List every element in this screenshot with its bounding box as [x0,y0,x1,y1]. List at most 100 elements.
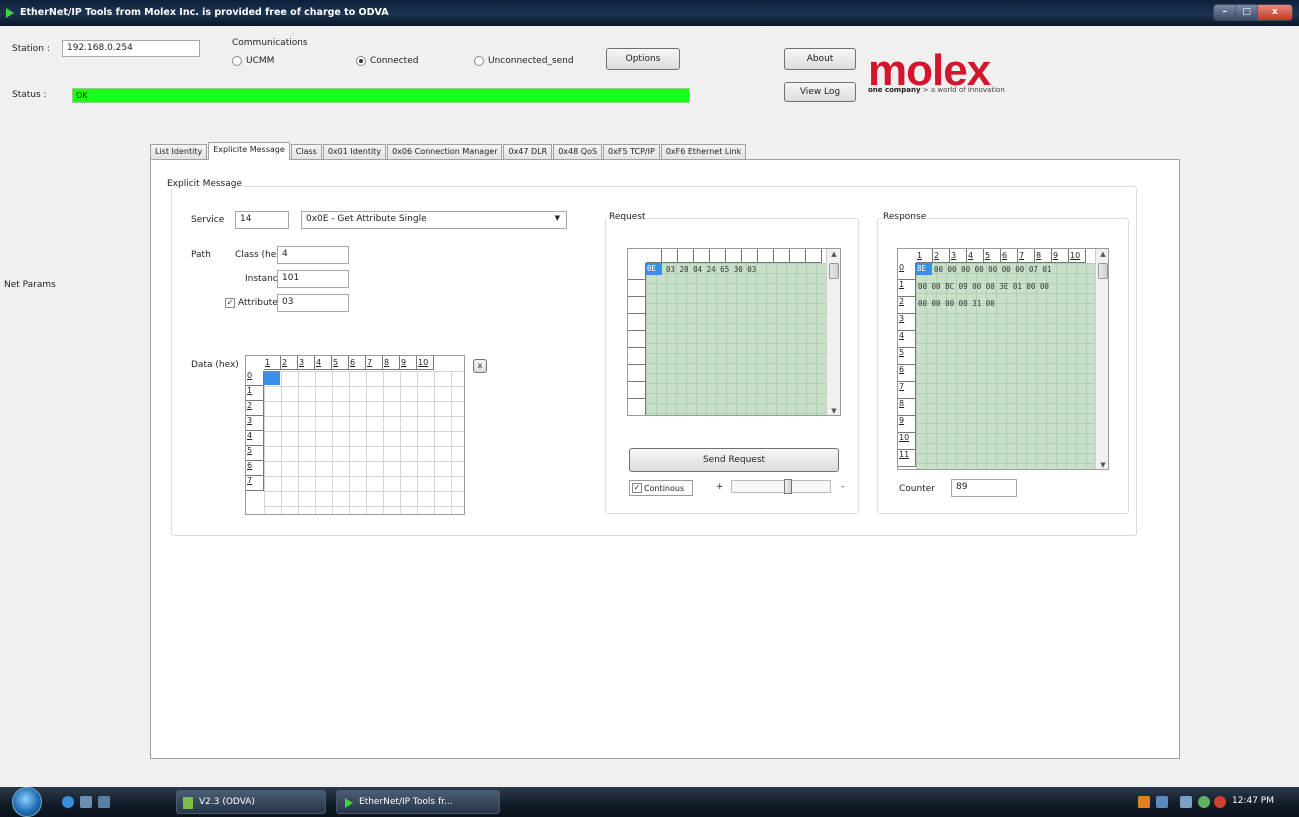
continuous-label: Continous [644,483,685,493]
explorer-icon[interactable] [80,796,92,808]
tab-class[interactable]: Class [290,144,322,160]
radio-connected-circle[interactable] [356,56,366,66]
send-request-button[interactable]: Send Request [629,448,839,472]
tray-security-icon[interactable] [1198,796,1210,808]
data-col-header: 10 [417,356,434,370]
scroll-thumb[interactable] [829,263,839,279]
net-params-label: Net Params [4,280,56,290]
window-controls: – □ x [1213,4,1293,21]
response-selected-cell[interactable]: 8E [916,263,932,275]
clear-data-button[interactable]: x [473,359,487,373]
attribute-input[interactable]: 03 [277,294,349,312]
scroll-up-arrow-icon[interactable]: ▲ [1096,250,1108,258]
request-col-header [678,249,694,263]
request-title: Request [607,212,648,222]
slider-minus: - [841,482,845,492]
request-row-header [628,280,646,297]
options-button[interactable]: Options [606,48,680,70]
request-selected-cell[interactable]: 0E [646,263,662,275]
radio-unconnected-circle[interactable] [474,56,484,66]
response-hex-line-0: 00 00 00 00 00 00 00 07 01 [934,265,1052,274]
data-row-header: 5 [246,446,264,461]
request-col-header [694,249,710,263]
radio-ucmm[interactable]: UCMM [232,56,274,66]
tab-0xf5-tcpip[interactable]: 0xF5 TCP/IP [603,144,660,160]
data-col-header: 7 [366,356,383,370]
tab-0x48-qos[interactable]: 0x48 QoS [553,144,603,160]
scroll-up-arrow-icon[interactable]: ▲ [827,250,840,258]
taskbar-clock[interactable]: 12:47 PM [1232,796,1274,806]
response-col-header: 7 [1018,249,1035,263]
ie-icon[interactable] [62,796,74,808]
radio-ucmm-label: UCMM [246,56,275,66]
data-col-header: 3 [298,356,315,370]
data-row-header: 0 [246,371,264,386]
speed-slider-thumb[interactable] [784,479,792,494]
data-grid-selected-cell[interactable] [264,371,280,385]
view-log-button[interactable]: View Log [784,82,856,102]
app-icon [6,8,14,18]
scroll-down-arrow-icon[interactable]: ▼ [1096,461,1108,469]
scroll-down-arrow-icon[interactable]: ▼ [827,407,840,415]
request-grid-cells[interactable] [646,263,826,415]
response-grid-cells[interactable] [916,263,1096,469]
service-dropdown[interactable]: 0x0E - Get Attribute Single ▼ [301,211,567,229]
about-button[interactable]: About [784,48,856,70]
request-row-header [628,365,646,382]
class-input[interactable]: 4 [277,246,349,264]
response-col-header: 5 [984,249,1001,263]
continuous-checkbox-box[interactable]: ✓ Continous [629,480,693,496]
tab-list-identity[interactable]: List Identity [150,144,208,160]
data-grid-cells[interactable] [264,371,464,514]
data-hex-label: Data (hex) [191,360,239,370]
response-row-header: 11 [898,450,916,467]
taskbar-button-v23[interactable]: V2.3 (ODVA) [176,790,326,814]
response-grid[interactable]: 1 2 3 4 5 6 7 8 9 10 0 1 2 3 4 5 6 7 8 9… [897,248,1109,470]
minimize-button[interactable]: – [1214,5,1236,20]
instance-input[interactable]: 101 [277,270,349,288]
tab-explicite-message[interactable]: Explicite Message [208,142,290,160]
radio-ucmm-circle[interactable] [232,56,242,66]
speed-slider[interactable] [731,479,831,494]
tray-volume-icon[interactable] [1180,796,1192,808]
tray-app-icon[interactable] [1138,796,1150,808]
request-row-header [628,348,646,365]
taskbar-button-v23-label: V2.3 (ODVA) [199,797,255,807]
request-col-header [662,249,678,263]
data-row-header: 7 [246,476,264,491]
maximize-button[interactable]: □ [1235,5,1257,20]
tray-network-icon[interactable] [1156,796,1168,808]
slider-plus: + [716,482,724,492]
response-row-header: 3 [898,314,916,331]
start-orb-icon[interactable] [12,787,42,817]
station-input[interactable]: 192.168.0.254 [62,40,200,57]
response-row-header: 8 [898,399,916,416]
taskbar-button-ethernetip[interactable]: EtherNet/IP Tools fr... [336,790,500,814]
attribute-checkbox[interactable]: ✓ [225,298,235,308]
request-scrollbar[interactable]: ▲ ▼ [826,249,840,415]
radio-unconnected-send[interactable]: Unconnected_send [474,56,574,66]
tab-panel: Explicit Message Service 14 0x0E - Get A… [150,159,1180,759]
service-input[interactable]: 14 [235,211,289,229]
tray-alert-icon[interactable] [1214,796,1226,808]
response-hex-line-2: 00 00 00 00 31 00 [918,299,995,308]
response-scrollbar[interactable]: ▲ ▼ [1095,249,1108,469]
tab-0x01-identity[interactable]: 0x01 Identity [322,144,387,160]
title-bar: EtherNet/IP Tools from Molex Inc. is pro… [0,0,1299,26]
response-col-header: 8 [1035,249,1052,263]
data-hex-grid[interactable]: 1 2 3 4 5 6 7 8 9 10 0 1 2 3 4 5 6 7 [245,355,465,515]
continuous-checkbox[interactable]: ✓ [632,483,642,493]
tab-0x47-dlr[interactable]: 0x47 DLR [503,144,553,160]
radio-connected[interactable]: Connected [356,56,418,66]
request-grid[interactable]: 0E 03 20 04 24 65 30 03 ▲ ▼ [627,248,841,416]
close-button[interactable]: x [1256,5,1292,20]
media-icon[interactable] [98,796,110,808]
tab-0xf6-ethernet-link[interactable]: 0xF6 Ethernet Link [660,144,747,160]
request-col-header [774,249,790,263]
request-col-headers [646,249,822,263]
taskbar-button-ethernetip-label: EtherNet/IP Tools fr... [359,797,453,807]
response-row-header: 7 [898,382,916,399]
request-row-headers [628,263,646,415]
tab-0x06-connection-manager[interactable]: 0x06 Connection Manager [387,144,503,160]
scroll-thumb[interactable] [1098,263,1108,279]
